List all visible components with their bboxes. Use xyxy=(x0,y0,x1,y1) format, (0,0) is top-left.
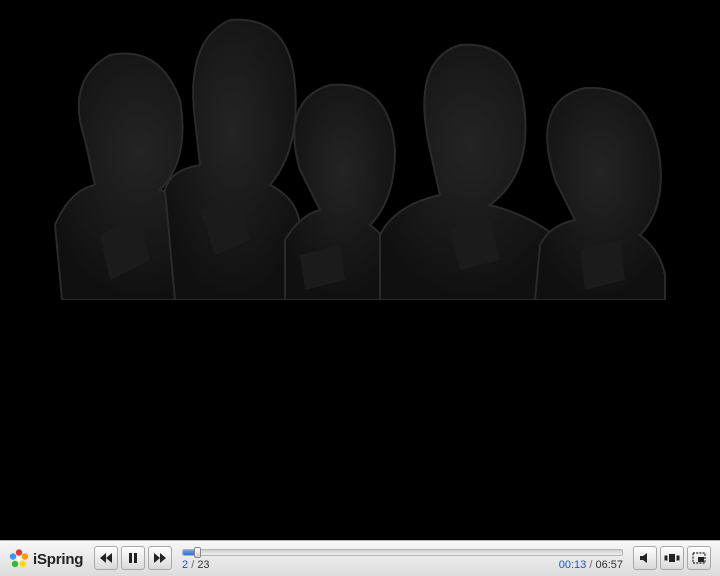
slide-separator: / xyxy=(191,559,195,571)
time-separator: / xyxy=(589,559,593,571)
pause-button[interactable] xyxy=(121,546,145,570)
seek-bar-thumb[interactable] xyxy=(193,547,201,558)
player-control-bar: iSpring 2 / 23 00:13 / 06:57 xyxy=(0,540,720,576)
slide-layout-icon xyxy=(664,554,680,562)
logo-text: iSpring xyxy=(33,550,84,568)
ispring-flower-icon xyxy=(9,549,29,568)
speaker-icon xyxy=(640,553,647,563)
layout-button[interactable] xyxy=(660,546,684,570)
fast-forward-icon xyxy=(154,553,166,563)
group-photo-image xyxy=(53,18,666,300)
fullscreen-icon xyxy=(692,552,706,564)
ispring-logo: iSpring xyxy=(8,546,83,572)
elapsed-time: 00:13 xyxy=(558,559,587,571)
rewind-icon xyxy=(100,553,112,563)
slide-counter: 2 / 23 xyxy=(182,559,210,571)
total-duration: 06:57 xyxy=(595,559,623,571)
total-slides: 23 xyxy=(197,559,210,571)
pause-icon xyxy=(129,553,137,563)
previous-slide-button[interactable] xyxy=(94,546,118,570)
volume-button[interactable] xyxy=(633,546,657,570)
next-slide-button[interactable] xyxy=(148,546,172,570)
seek-bar[interactable] xyxy=(182,547,623,558)
slide-stage xyxy=(0,0,720,540)
time-display: 00:13 / 06:57 xyxy=(559,559,623,571)
current-slide-number: 2 xyxy=(182,559,189,571)
fullscreen-button[interactable] xyxy=(687,546,711,570)
